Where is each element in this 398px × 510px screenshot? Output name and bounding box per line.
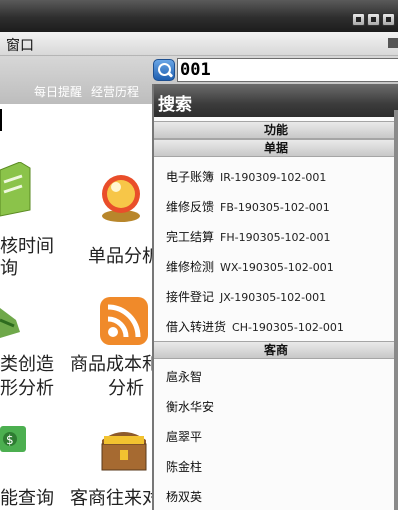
tile-label: 单品分析 [88,246,160,267]
search-results-panel: 搜索 功能 单据 电子账簿 IR-190309-102-001 维修反馈 FB-19… [152,84,398,510]
tile-label: 客商往来对 [70,488,160,509]
window-title-bar [0,0,398,32]
document-result[interactable]: 借入转进货 CH-190305-102-001 [166,318,344,335]
contact-result[interactable]: 杨双英 [166,488,202,505]
contact-result[interactable]: 扈永智 [166,368,202,385]
tile-label: 商品成本和 [70,354,160,375]
chart-icon[interactable] [0,298,22,342]
tile-label: 类创造 [0,354,54,375]
tile-label: 形分析 [0,378,54,399]
document-result[interactable]: 维修检测 WX-190305-102-001 [166,258,334,275]
document-result[interactable]: 完工结算 FH-190305-102-001 [166,228,331,245]
tile-label: 能查询 [0,488,54,509]
contact-result[interactable]: 衡水华安 [166,398,214,415]
rss-icon[interactable] [98,295,150,347]
daily-reminder-link[interactable]: 每日提醒 [34,83,82,100]
section-header-documents: 单据 [154,139,398,157]
treasure-chest-icon[interactable] [98,420,150,474]
money-icon[interactable]: $ [0,420,28,460]
restore-icon[interactable] [388,38,398,48]
business-history-link[interactable]: 经营历程 [91,83,139,100]
restore-window-button[interactable] [367,13,380,26]
tile-label: 分析 [108,378,144,399]
document-result[interactable]: 接件登记 JX-190305-102-001 [166,288,326,305]
section-header-contacts: 客商 [154,341,398,359]
contact-result[interactable]: 扈翠平 [166,428,202,445]
report-icon[interactable] [0,162,40,222]
minimize-window-button[interactable] [352,13,365,26]
panel-title: 搜索 [154,84,398,117]
menu-bar: 窗口 [0,32,398,56]
text-cursor [0,109,2,131]
tile-label: 询 [0,258,18,279]
search-button[interactable] [153,59,175,81]
close-window-button[interactable] [382,13,395,26]
svg-text:$: $ [6,433,14,447]
section-header-function: 功能 [154,121,398,139]
panel-scrollbar[interactable] [394,110,398,510]
contact-result[interactable]: 陈金柱 [166,458,202,475]
menu-window[interactable]: 窗口 [6,35,34,55]
search-input[interactable]: 001 [177,58,398,82]
document-result[interactable]: 电子账簿 IR-190309-102-001 [166,168,326,185]
crystal-ball-icon[interactable] [98,172,144,224]
document-result[interactable]: 维修反馈 FB-190305-102-001 [166,198,330,215]
